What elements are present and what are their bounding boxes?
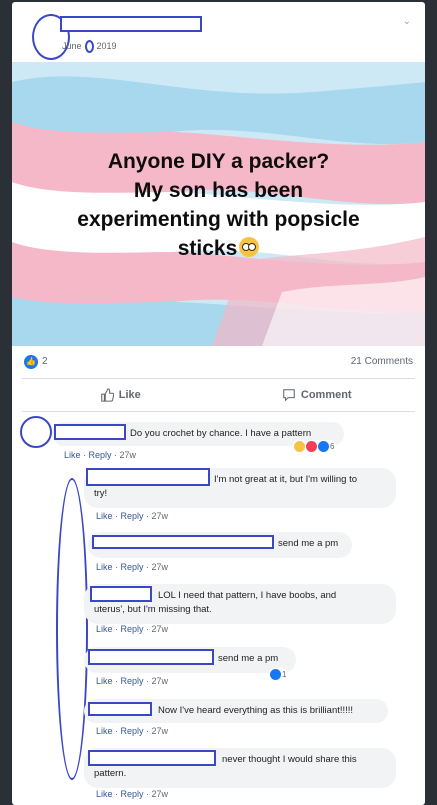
reply-reply-link[interactable]: Reply	[121, 789, 144, 799]
reply-reply-link[interactable]: Reply	[121, 511, 144, 521]
reply-time[interactable]: 27w	[152, 789, 169, 799]
reply-meta: Like · Reply · 27w	[96, 562, 169, 572]
image-caption-line-1: Anyone DIY a packer?	[107, 150, 330, 173]
laugh-reaction-icon	[294, 441, 305, 452]
comment-count[interactable]: 21 Comments	[351, 356, 413, 367]
reply-meta: Like · Reply · 27w	[96, 676, 169, 686]
reply-time[interactable]: 27w	[152, 676, 169, 686]
reply-like-link[interactable]: Like	[96, 624, 113, 634]
reply-text-line-2: pattern.	[94, 768, 127, 779]
reply-reactions[interactable]: 1	[268, 668, 289, 681]
like-reaction-icon[interactable]: 👍	[24, 355, 38, 369]
reply-time[interactable]: 27w	[152, 624, 169, 634]
replier-name-redacted[interactable]	[88, 649, 214, 665]
image-caption-line-3: experimenting with popsicle	[77, 208, 360, 231]
comment-reaction-count: 6	[330, 442, 335, 451]
comment-button-label: Comment	[300, 389, 352, 401]
reply-reply-link[interactable]: Reply	[121, 676, 144, 686]
replier-name-redacted[interactable]	[92, 535, 274, 549]
reply-text: send me a pm	[278, 538, 339, 549]
reply-like-link[interactable]: Like	[96, 511, 113, 521]
image-caption: Anyone DIY a packer? My son has been exp…	[12, 147, 425, 263]
reply-text-line-2: uterus', but I'm missing that.	[94, 604, 212, 615]
chevron-down-icon[interactable]: ⌄	[403, 16, 411, 27]
reply-like-link[interactable]: Like	[96, 676, 113, 686]
reply-meta: Like · Reply · 27w	[96, 726, 169, 736]
like-reaction-icon	[270, 669, 281, 680]
reply-reaction-count: 1	[282, 670, 287, 679]
reply-reply-link[interactable]: Reply	[121, 562, 144, 572]
flushed-face-emoji-icon	[239, 237, 260, 257]
author-name-redacted[interactable]	[60, 16, 202, 32]
reply-text: I'm not great at it, but I'm willing to	[214, 474, 358, 485]
reply-reply-link[interactable]: Reply	[121, 726, 144, 736]
love-reaction-icon	[306, 441, 317, 452]
comment-reply-link[interactable]: Reply	[89, 450, 112, 460]
commenter-avatar[interactable]	[20, 416, 52, 448]
replier-name-redacted[interactable]	[88, 702, 152, 716]
redaction-oval	[84, 40, 94, 53]
reply-like-link[interactable]: Like	[96, 789, 113, 799]
replier-name-redacted[interactable]	[90, 586, 152, 602]
reply-text: send me a pm	[218, 653, 279, 664]
reply-text: never thought I would share this	[222, 754, 357, 765]
thumbs-up-icon	[100, 388, 114, 402]
replier-name-redacted[interactable]	[88, 750, 216, 766]
reply-text-line-2: try!	[94, 488, 108, 499]
post-date-month: June	[62, 40, 82, 51]
reply-reply-link[interactable]: Reply	[121, 624, 144, 634]
comment-text: Do you crochet by chance. I have a patte…	[130, 428, 312, 439]
reply-like-link[interactable]: Like	[96, 726, 113, 736]
comment-meta: Like · Reply · 27w	[64, 450, 137, 460]
reaction-count[interactable]: 2	[42, 356, 48, 367]
post-date-year: 2019	[96, 40, 117, 51]
replier-name-redacted[interactable]	[86, 468, 210, 486]
like-button[interactable]: Like	[22, 379, 219, 411]
like-reaction-icon	[318, 441, 329, 452]
post-actions: Like Comment	[22, 378, 415, 412]
reply-time[interactable]: 27w	[152, 726, 169, 736]
comment-like-link[interactable]: Like	[64, 450, 81, 460]
post-stats: 👍 2 21 Comments	[12, 346, 425, 376]
speech-bubble-icon	[283, 389, 295, 402]
comment-time[interactable]: 27w	[120, 450, 137, 460]
reply-avatars-redaction-oval	[56, 478, 88, 780]
post-card: June 2019 ⌄ Anyone DIY a packer? My son h…	[12, 2, 425, 805]
comment-reactions[interactable]: 6	[292, 440, 337, 453]
image-caption-line-2: My son has been	[133, 179, 304, 202]
image-caption-line-4: sticks	[12, 234, 425, 263]
comment-button[interactable]: Comment	[219, 379, 416, 411]
post-image[interactable]: Anyone DIY a packer? My son has been exp…	[12, 62, 425, 346]
post-date[interactable]: June 2019	[62, 40, 117, 53]
reply-time[interactable]: 27w	[152, 562, 169, 572]
reply-text: Now I've heard everything as this is bri…	[158, 705, 354, 716]
reply-like-link[interactable]: Like	[96, 562, 113, 572]
commenter-name-redacted[interactable]	[54, 424, 126, 440]
reply-meta: Like · Reply · 27w	[96, 624, 169, 634]
reply-time[interactable]: 27w	[152, 511, 169, 521]
reply-meta: Like · Reply · 27w	[96, 789, 169, 799]
like-button-label: Like	[118, 389, 141, 401]
reply-text: LOL I need that pattern, I have boobs, a…	[158, 590, 337, 601]
reply-meta: Like · Reply · 27w	[96, 511, 169, 521]
image-caption-line-4-text: sticks	[177, 237, 238, 260]
